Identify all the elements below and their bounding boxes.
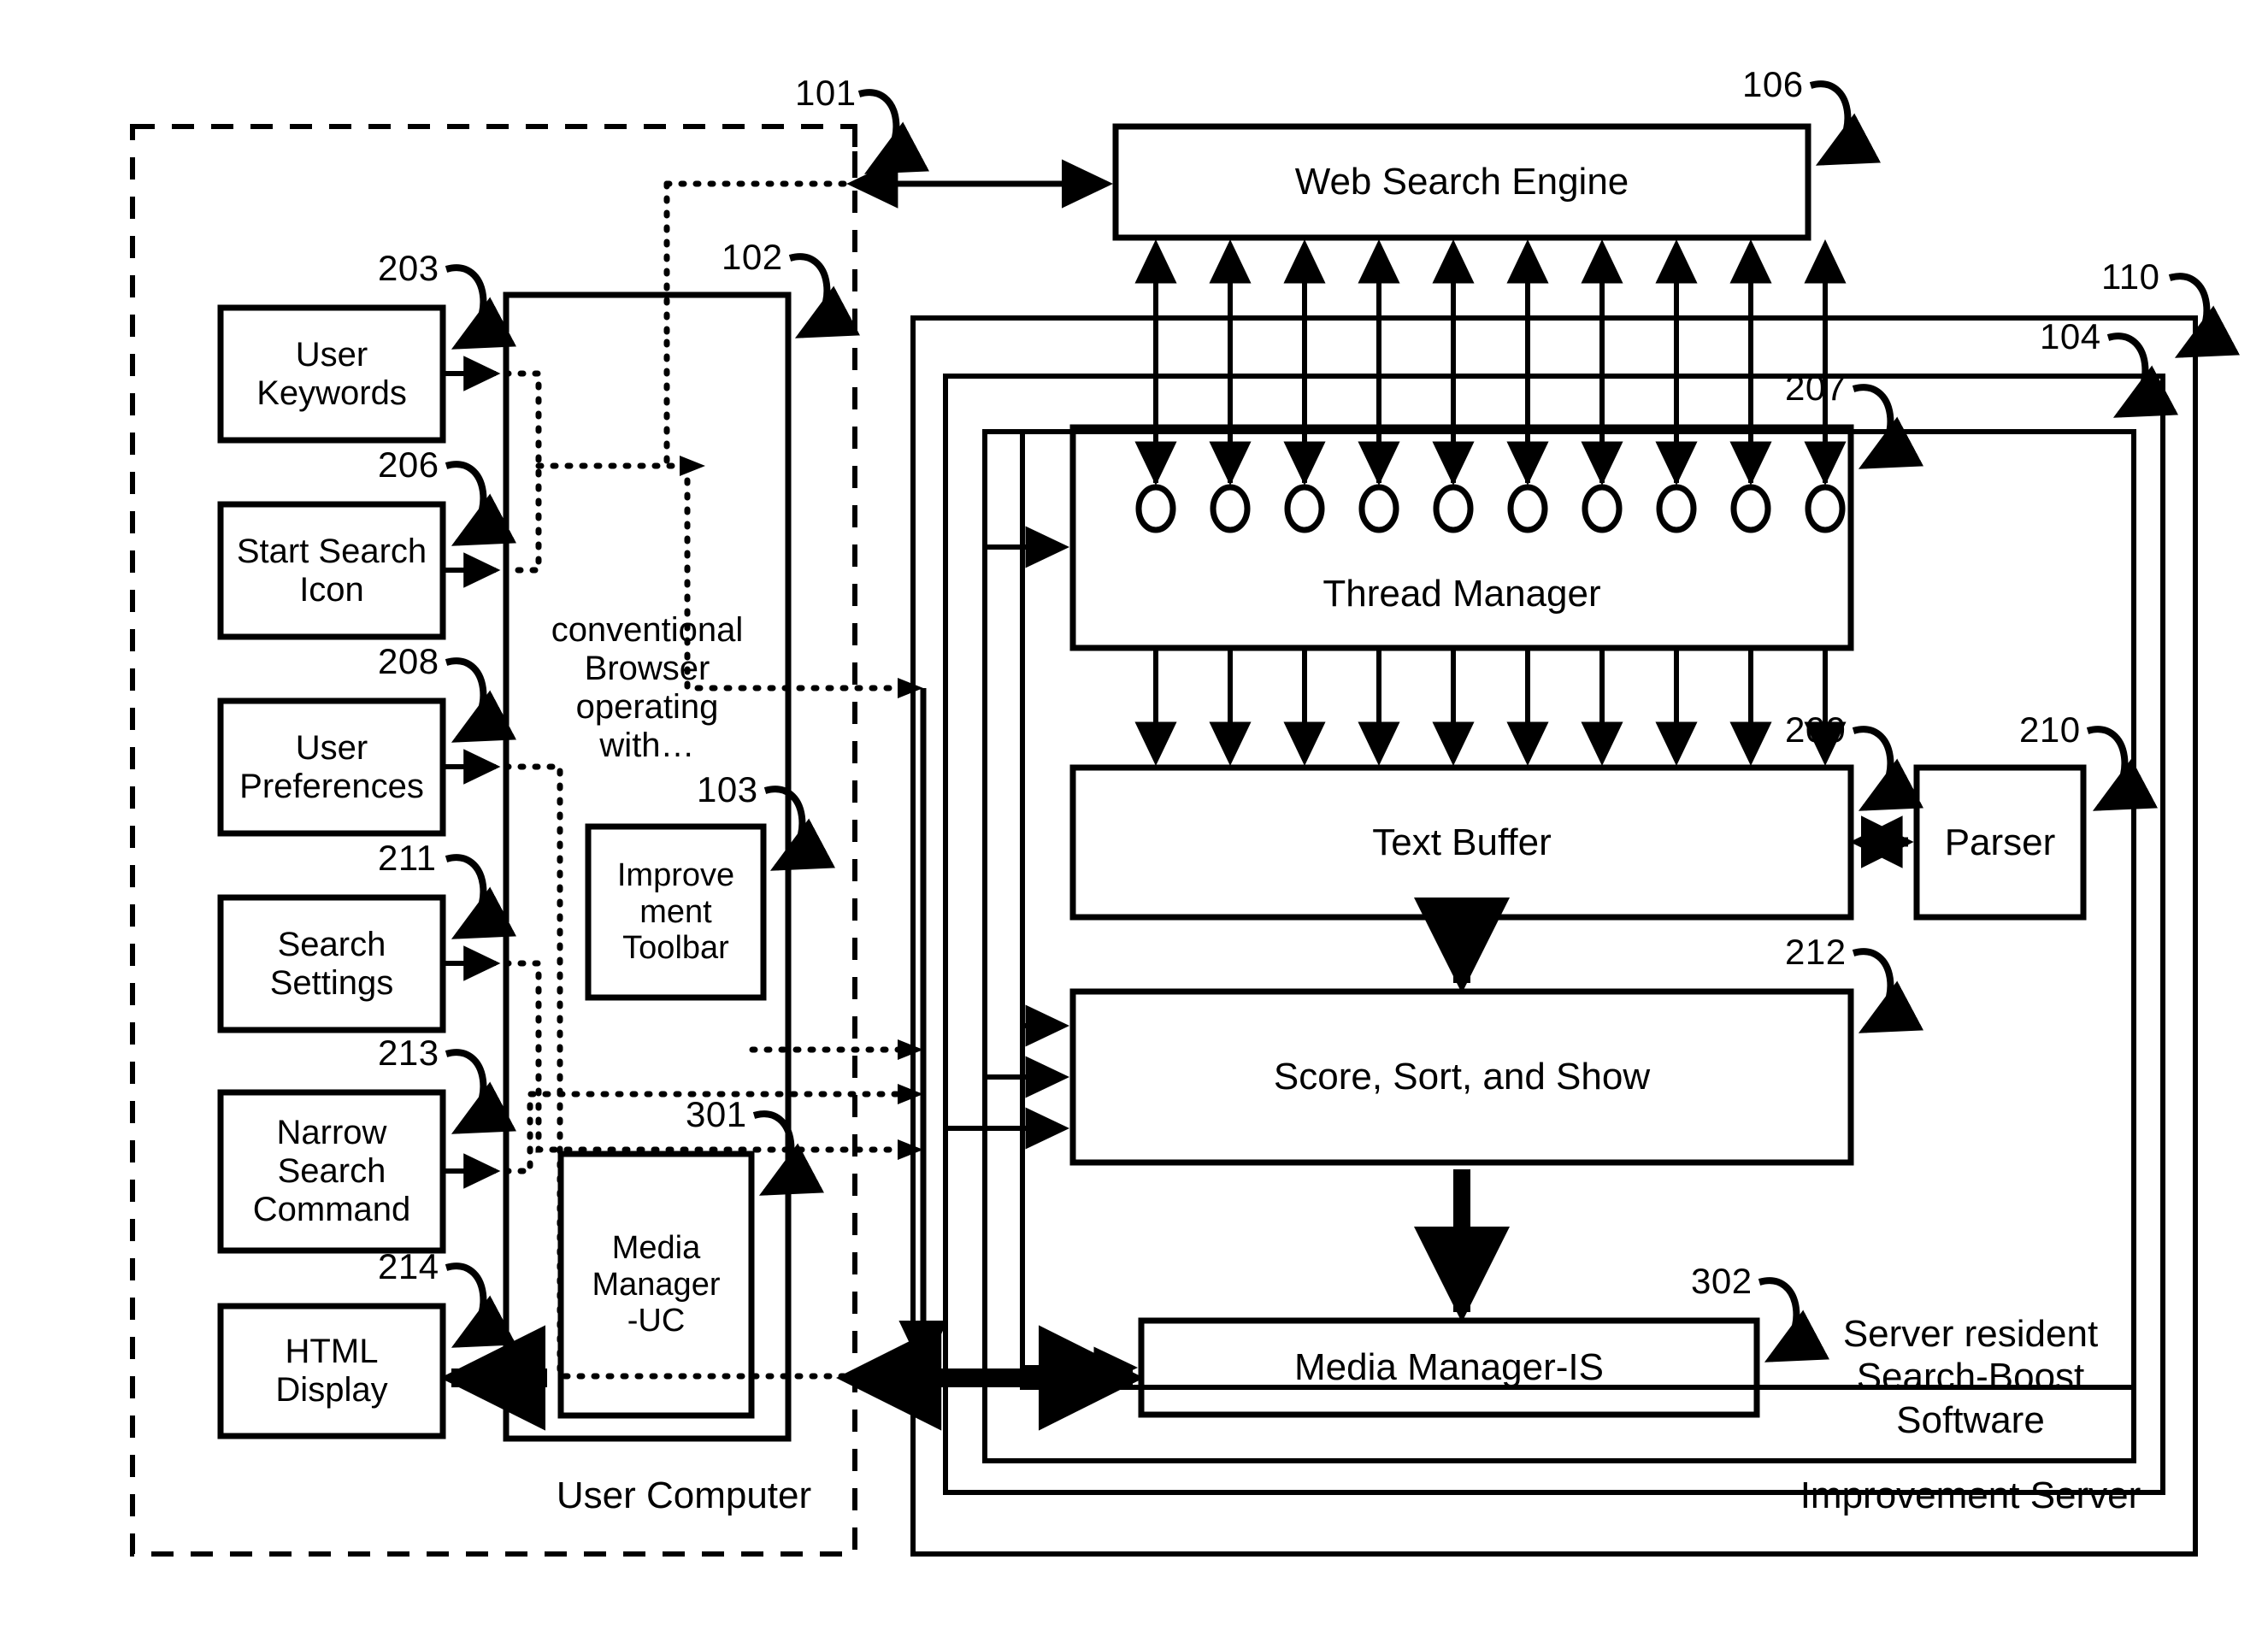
label-conventional-browser: conventional Browser operating with… — [513, 581, 781, 795]
refnum-104: 104 — [2040, 316, 2101, 356]
refnum-207: 207 — [1785, 368, 1847, 408]
refnum-206: 206 — [378, 444, 439, 485]
thread-circle — [1284, 484, 1325, 533]
refnum-103: 103 — [697, 769, 758, 809]
user-keywords-text: User Keywords — [256, 335, 407, 412]
thread-textbuffer-links — [1134, 650, 1847, 767]
server-resident-software-text: Server resident Search-Boost Software — [1842, 1312, 2099, 1441]
conventional-browser-text: conventional Browser operating with… — [551, 611, 744, 764]
thread-circle-group — [1135, 484, 1846, 533]
label-start-search-icon: Start Search Icon — [215, 504, 448, 637]
refnum-203: 203 — [378, 248, 439, 288]
refnum-102: 102 — [722, 237, 783, 277]
label-server-resident-software: Server resident Search-Boost Software — [1804, 1269, 2137, 1442]
refnum-301: 301 — [686, 1094, 747, 1134]
refnum-212: 212 — [1785, 932, 1847, 972]
thread-circle — [1582, 484, 1623, 533]
patent-figure: User Keywords Start Search Icon User Pre… — [0, 0, 2268, 1648]
label-user-computer-zone: User Computer — [513, 1474, 855, 1518]
improvement-server-zone-text: Improvement Server — [1800, 1474, 2141, 1516]
label-improvement-server-zone: Improvement Server — [1770, 1474, 2171, 1518]
parser-text: Parser — [1944, 821, 2056, 863]
thread-circle — [1507, 484, 1548, 533]
wse-thread-downlinks — [1134, 256, 1847, 486]
thread-circle — [1433, 484, 1474, 533]
refnum-302: 302 — [1691, 1261, 1753, 1301]
refnum-110: 110 — [2101, 256, 2160, 297]
thread-manager-text: Thread Manager — [1323, 573, 1601, 615]
label-parser: Parser — [1917, 768, 2083, 917]
html-display-text: HTML Display — [275, 1333, 388, 1409]
media-manager-uc-text: Media Manager -UC — [592, 1230, 721, 1339]
text-buffer-text: Text Buffer — [1372, 821, 1552, 863]
label-score-sort-show: Score, Sort, and Show — [1073, 992, 1851, 1162]
label-web-search-engine: Web Search Engine — [1116, 127, 1808, 238]
label-text-buffer: Text Buffer — [1073, 768, 1851, 917]
score-sort-show-text: Score, Sort, and Show — [1273, 1056, 1651, 1098]
refnum-106: 106 — [1742, 64, 1804, 104]
refnum-208: 208 — [378, 641, 439, 681]
label-narrow-search-command: Narrow Search Command — [215, 1092, 448, 1251]
refnum-214: 214 — [378, 1246, 439, 1286]
improvement-toolbar-text: Improve ment Toolbar — [616, 857, 735, 967]
start-search-icon-text: Start Search Icon — [236, 532, 427, 609]
wse-thread-uplinks — [1134, 238, 1847, 483]
thread-circle — [1135, 484, 1176, 533]
label-user-preferences: User Preferences — [215, 701, 448, 833]
user-preferences-text: User Preferences — [239, 728, 424, 805]
refnum-210: 210 — [2019, 709, 2081, 750]
label-thread-manager: Thread Manager — [1073, 547, 1851, 641]
thread-circle — [1730, 484, 1771, 533]
label-improvement-toolbar: Improve ment Toolbar — [588, 827, 763, 998]
thread-circle — [1210, 484, 1251, 533]
user-computer-zone-text: User Computer — [556, 1474, 812, 1516]
label-media-manager-uc: Media Manager -UC — [561, 1154, 751, 1416]
refnum-211: 211 — [378, 838, 437, 878]
label-user-keywords: User Keywords — [221, 308, 443, 440]
narrow-search-command-text: Narrow Search Command — [252, 1114, 411, 1228]
label-html-display: HTML Display — [221, 1306, 443, 1436]
media-manager-is-text: Media Manager-IS — [1294, 1346, 1604, 1389]
refnum-101: 101 — [795, 73, 857, 113]
thread-circle — [1805, 484, 1846, 533]
search-settings-text: Search Settings — [269, 925, 394, 1002]
refnum-213: 213 — [378, 1033, 439, 1073]
thread-circle — [1358, 484, 1399, 533]
label-search-settings: Search Settings — [221, 898, 443, 1030]
web-search-engine-text: Web Search Engine — [1294, 161, 1629, 203]
label-media-manager-is: Media Manager-IS — [1141, 1321, 1757, 1415]
refnum-209: 209 — [1785, 709, 1847, 750]
thread-circle — [1656, 484, 1697, 533]
